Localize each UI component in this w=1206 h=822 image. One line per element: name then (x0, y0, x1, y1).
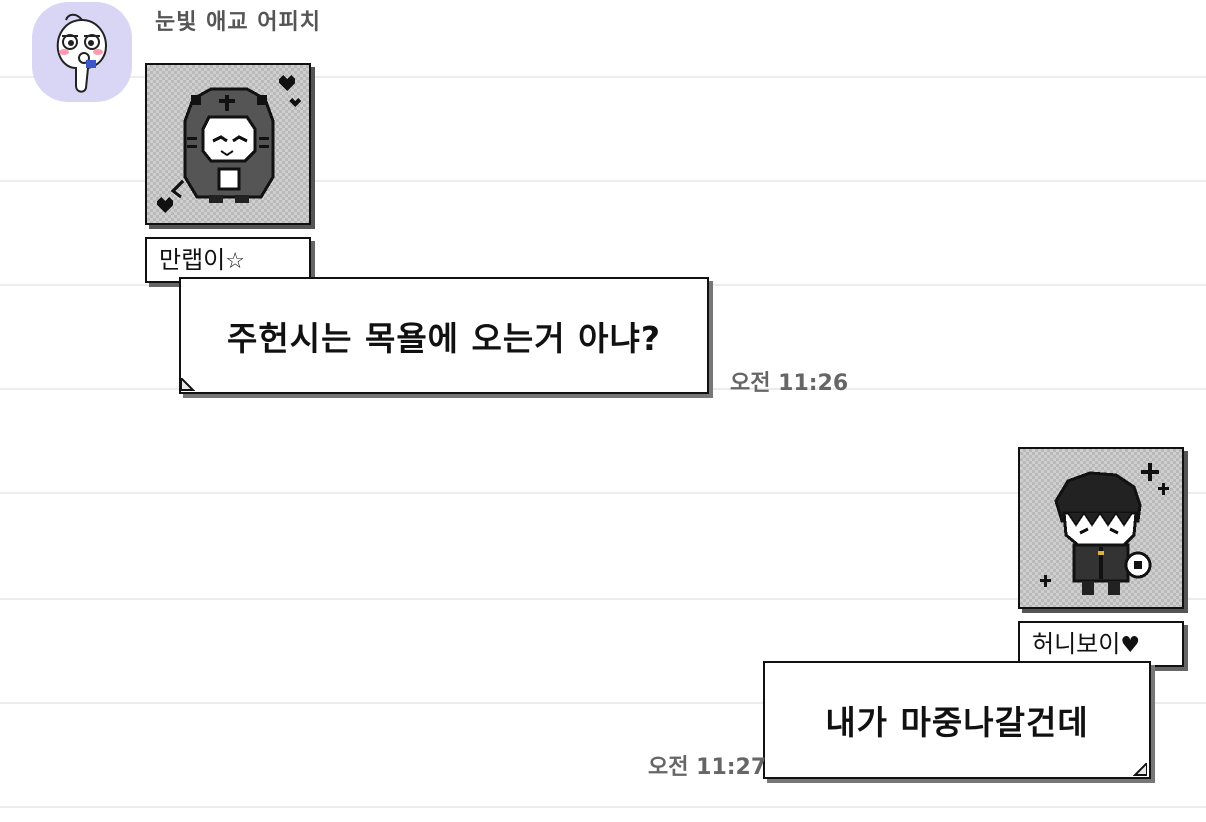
outgoing-message-bubble[interactable]: 내가 마중나갈건데 (763, 661, 1151, 779)
apeach-avatar-icon (32, 13, 132, 102)
page-fold-icon (1133, 763, 1147, 777)
outgoing-timestamp: 오전 11:27 (648, 755, 767, 780)
incoming-timestamp: 오전 11:26 (730, 371, 849, 396)
sender-name: 눈빛 애교 어피치 (155, 10, 321, 35)
sender-avatar[interactable] (32, 2, 132, 102)
outgoing-sticker[interactable] (1018, 447, 1184, 609)
message-text: 주헌시는 목욜에 오는거 아냐? (227, 318, 661, 358)
star-icon: ☆ (225, 249, 245, 274)
incoming-message-bubble[interactable]: 주헌시는 목욜에 오는거 아냐? (179, 277, 709, 394)
page-fold-icon (181, 378, 195, 392)
name-tag-label: 만랩이 (159, 246, 226, 274)
message-text: 내가 마중나갈건데 (825, 703, 1089, 742)
name-tag-label: 허니보이 (1032, 630, 1121, 658)
rule-line (0, 806, 1206, 808)
heart-icon: ♥ (1120, 633, 1141, 658)
incoming-sticker[interactable] (145, 63, 311, 225)
chat-room: 눈빛 애교 어피치 만랩이☆ 주헌시는 목욜에 오는거 아냐? 오전 11:26… (0, 0, 1206, 822)
